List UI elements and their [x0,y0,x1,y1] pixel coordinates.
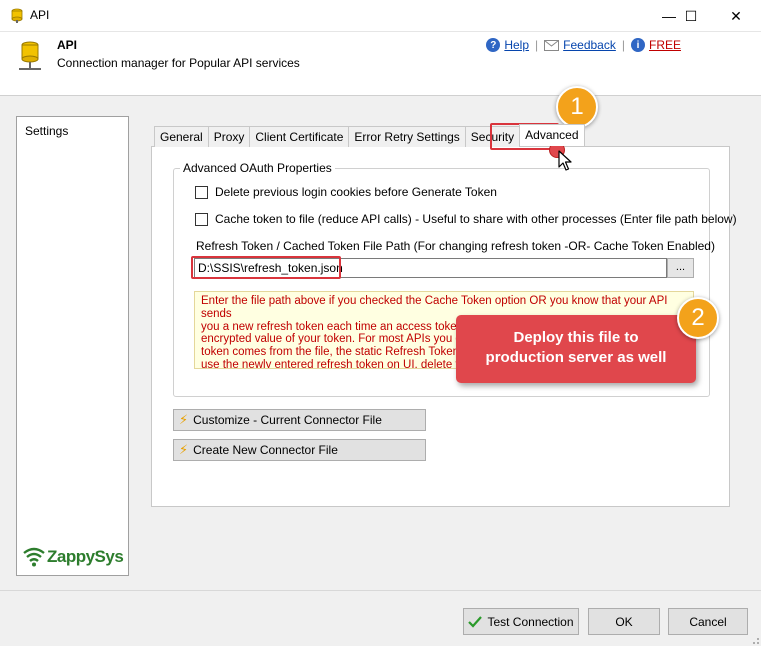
test-connection-button[interactable]: Test Connection [463,608,579,635]
cache-token-checkbox[interactable] [195,212,208,226]
ok-button[interactable]: OK [588,608,660,635]
group-title: Advanced OAuth Properties [180,161,335,175]
lightning-icon: ⚡ [179,442,189,457]
sidebar-item-settings[interactable]: Settings [25,124,68,138]
step-badge-1: 1 [556,86,598,128]
window-title: API [30,8,50,22]
header-title: API [57,38,78,52]
delete-cookies-row[interactable]: Delete previous login cookies before Gen… [195,185,497,199]
tab-client-certificate[interactable]: Client Certificate [249,126,350,147]
dialog-header: API Connection manager for Popular API s… [0,32,761,96]
feedback-link[interactable]: Feedback [563,38,616,52]
callout-line: production server as well [485,349,667,366]
logo-text: ZappySys [47,547,124,566]
tab-advanced[interactable]: Advanced [519,124,585,146]
check-icon [468,615,483,628]
tab-strip: General Proxy Client Certificate Error R… [154,124,585,147]
cache-token-row[interactable]: Cache token to file (reduce API calls) -… [195,212,737,226]
database-icon [19,41,41,70]
title-bar: API — ☐ ✕ [0,0,761,32]
wifi-logo-icon [23,547,45,567]
step-badge-2: 2 [677,297,719,339]
close-button[interactable]: ✕ [713,0,759,32]
zappysys-logo: ZappySys [23,547,124,567]
envelope-icon [544,39,560,51]
browse-button[interactable]: ... [667,258,694,278]
customize-connector-label: Customize - Current Connector File [193,413,382,427]
maximize-icon: ☐ [684,7,698,24]
header-subtitle: Connection manager for Popular API servi… [57,56,300,70]
tab-general[interactable]: General [154,126,209,147]
create-connector-label: Create New Connector File [193,443,338,457]
delete-cookies-checkbox[interactable] [195,185,208,199]
free-link[interactable]: FREE [649,38,681,52]
cache-token-label: Cache token to file (reduce API calls) -… [215,212,737,226]
resize-grip-icon[interactable] [748,633,760,645]
settings-sidebar: Settings ZappySys [16,116,129,576]
tab-proxy[interactable]: Proxy [207,126,251,147]
mouse-cursor-icon [558,150,572,171]
lightning-icon: ⚡ [179,412,189,427]
maximize-button[interactable]: ☐ [668,0,714,32]
delete-cookies-label: Delete previous login cookies before Gen… [215,185,497,199]
close-icon: ✕ [730,7,742,24]
cancel-button[interactable]: Cancel [668,608,748,635]
create-connector-button[interactable]: ⚡ Create New Connector File [173,439,426,461]
tab-error-retry-settings[interactable]: Error Retry Settings [348,126,466,147]
token-path-label: Refresh Token / Cached Token File Path (… [196,239,715,253]
path-highlight [191,256,341,279]
deploy-callout: Deploy this file to production server as… [456,315,696,383]
separator: | [535,38,539,52]
help-icon: ? [486,38,501,52]
callout-line: Deploy this file to [513,329,639,346]
help-link[interactable]: Help [504,38,529,52]
header-links: ? Help | Feedback | i FREE [486,38,681,52]
separator: | [621,38,625,52]
customize-connector-button[interactable]: ⚡ Customize - Current Connector File [173,409,426,431]
footer-divider [0,590,761,591]
database-icon [11,8,23,23]
info-icon: i [630,38,645,52]
test-connection-label: Test Connection [487,614,574,629]
